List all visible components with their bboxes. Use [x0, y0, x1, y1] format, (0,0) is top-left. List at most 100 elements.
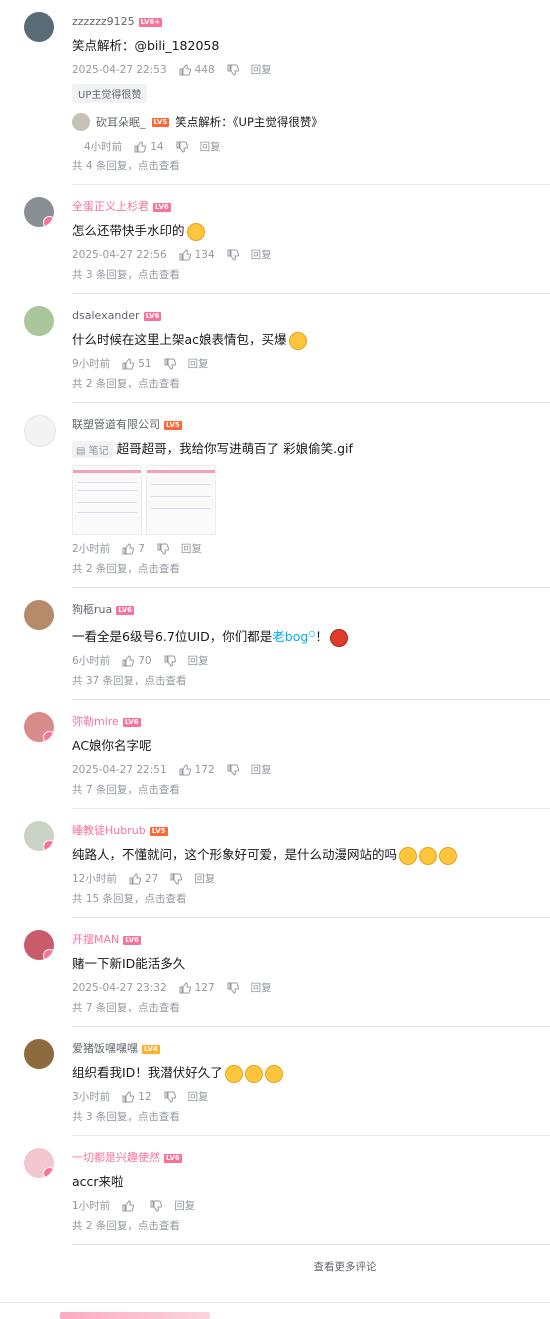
username[interactable]: 睡教徒Hubrub LV5: [72, 823, 550, 839]
avatar[interactable]: [24, 1148, 54, 1179]
comment-meta: 2025-04-27 22:56 134 回复: [72, 247, 550, 263]
view-replies-link[interactable]: 共 7 条回复，点击查看: [72, 782, 550, 808]
level-badge: LV5: [151, 117, 170, 127]
reply-button[interactable]: 回复: [188, 1089, 209, 1105]
like-button[interactable]: 14: [134, 141, 164, 153]
view-replies-link[interactable]: 共 3 条回复，点击查看: [72, 1109, 550, 1135]
thumb-up-icon: [122, 543, 135, 555]
view-replies-link[interactable]: 共 2 条回复，点击查看: [72, 561, 550, 587]
comment-text: ▤ 笔记 超哥超哥，我给你写进萌百了 彩娘偷笑.gif: [72, 439, 550, 459]
comment-section: zzzzzz9125 LV6+ 笑点解析：@bili_182058 2025-0…: [0, 0, 550, 1319]
dislike-button[interactable]: [227, 64, 239, 76]
like-button[interactable]: 12: [122, 1089, 152, 1105]
dislike-button[interactable]: [157, 543, 169, 555]
avatar[interactable]: [24, 415, 56, 447]
username-text[interactable]: zzzzzz9125: [72, 14, 135, 30]
level-badge: LV6: [123, 935, 142, 945]
username[interactable]: dsalexander LV6: [72, 308, 550, 324]
username[interactable]: 弥勒mire LV6: [72, 714, 550, 730]
image-thumbnail[interactable]: [146, 465, 216, 535]
username[interactable]: 一切都是兴趣使然 LV6: [72, 1150, 550, 1166]
reply-button[interactable]: 回复: [188, 653, 209, 669]
like-button[interactable]: 70: [122, 653, 152, 669]
dislike-button[interactable]: [150, 1200, 163, 1212]
reply-button[interactable]: 回复: [251, 980, 272, 996]
avatar[interactable]: [24, 600, 54, 630]
username-text[interactable]: 开摆MAN: [72, 932, 119, 948]
emoji-icon: [288, 331, 307, 350]
username[interactable]: 狗柩rua LV6: [72, 602, 550, 618]
comment-item: 全蛋正义上杉君 LV6 怎么还带快手水印的 2025-04-27 22:56 1…: [24, 185, 550, 294]
like-button[interactable]: 448: [179, 62, 215, 78]
username-text[interactable]: 一切都是兴趣使然: [72, 1150, 160, 1166]
avatar[interactable]: [24, 712, 54, 743]
avatar[interactable]: [24, 1039, 54, 1070]
comment-time: 4小时前: [84, 141, 123, 153]
dislike-button[interactable]: [227, 982, 239, 994]
username[interactable]: 全蛋正义上杉君 LV6: [72, 199, 550, 215]
username[interactable]: zzzzzz9125 LV6+: [72, 14, 550, 30]
dislike-button[interactable]: [164, 358, 176, 370]
comment-time: 1小时前: [72, 1200, 111, 1213]
avatar[interactable]: [24, 930, 54, 961]
reply-button[interactable]: 回复: [251, 62, 272, 78]
dislike-button[interactable]: [164, 1091, 176, 1103]
view-replies-link[interactable]: 共 3 条回复，点击查看: [72, 267, 550, 293]
username[interactable]: 爱猪饭嘿嘿嘿 LV4: [72, 1041, 550, 1057]
like-button[interactable]: 51: [122, 356, 152, 372]
dislike-button[interactable]: [170, 873, 183, 885]
username-text[interactable]: 联塑管道有限公司: [72, 417, 160, 433]
view-replies-link[interactable]: 共 7 条回复，点击查看: [72, 1000, 550, 1026]
view-replies-link[interactable]: 共 15 条回复，点击查看: [72, 891, 550, 917]
reply-button[interactable]: 回复: [194, 871, 215, 887]
username-text[interactable]: 弥勒mire: [72, 714, 119, 730]
avatar[interactable]: [72, 113, 90, 131]
username-text[interactable]: 睡教徒Hubrub: [72, 823, 146, 839]
avatar[interactable]: [24, 197, 54, 227]
username-text[interactable]: 爱猪饭嘿嘿嘿: [72, 1041, 138, 1057]
username-text[interactable]: dsalexander: [72, 308, 140, 324]
comment-text: 纯路人，不懂就问，这个形象好可爱，是什么动漫网站的吗: [72, 845, 550, 865]
like-button[interactable]: [122, 1200, 138, 1212]
like-button[interactable]: 172: [179, 762, 215, 778]
username[interactable]: 联塑管道有限公司 LV5: [72, 417, 550, 433]
reply-button[interactable]: 回复: [251, 247, 272, 263]
reply-button[interactable]: 回复: [181, 541, 202, 557]
avatar[interactable]: [24, 306, 54, 336]
reply-button[interactable]: 回复: [200, 139, 221, 154]
avatar[interactable]: [24, 821, 54, 852]
emoji-icon: [264, 1064, 283, 1083]
view-replies-link[interactable]: 共 2 条回复，点击查看: [72, 376, 550, 402]
comment-time: 2025-04-27 22:51: [72, 764, 167, 777]
like-button[interactable]: 27: [129, 871, 158, 887]
username[interactable]: 开摆MAN LV6: [72, 932, 550, 948]
thumb-up-icon: [122, 358, 135, 370]
like-button[interactable]: 127: [179, 980, 215, 996]
view-replies-link[interactable]: 共 37 条回复，点击查看: [72, 673, 550, 699]
dislike-button[interactable]: [227, 249, 239, 261]
up-liked-tag: UP主觉得很赞: [72, 84, 148, 103]
thumb-down-icon[interactable]: [176, 141, 188, 153]
view-more-comments-button[interactable]: 查看更多评论: [140, 1245, 550, 1274]
comment-text: AC娘你名字呢: [72, 738, 152, 754]
username-text[interactable]: 狗柩rua: [72, 602, 112, 618]
level-badge: LV6: [122, 717, 141, 727]
comment-meta: 2025-04-27 22:51 172 回复: [72, 762, 550, 778]
search-keyword-link[interactable]: 老bog: [272, 629, 308, 644]
like-button[interactable]: 134: [179, 247, 215, 263]
view-replies-link[interactable]: 共 4 条回复，点击查看: [72, 158, 550, 184]
dislike-button[interactable]: [227, 764, 239, 776]
username-text[interactable]: 全蛋正义上杉君: [72, 199, 149, 215]
like-button[interactable]: 7: [122, 541, 145, 557]
dislike-button[interactable]: [164, 655, 176, 667]
thumb-down-icon: [164, 358, 176, 370]
reply-button[interactable]: 回复: [174, 1198, 195, 1214]
image-thumbnail[interactable]: [72, 465, 142, 535]
vip-badge-icon: [43, 949, 54, 961]
username-text[interactable]: 砍耳朵眠_: [96, 114, 146, 130]
view-replies-link[interactable]: 共 2 条回复，点击查看: [72, 1218, 550, 1244]
reply-button[interactable]: 回复: [251, 762, 272, 778]
avatar[interactable]: [24, 12, 54, 42]
comment-text-body: 什么时候在这里上架ac娘表情包，买爆: [72, 332, 287, 347]
reply-button[interactable]: 回复: [188, 356, 209, 372]
